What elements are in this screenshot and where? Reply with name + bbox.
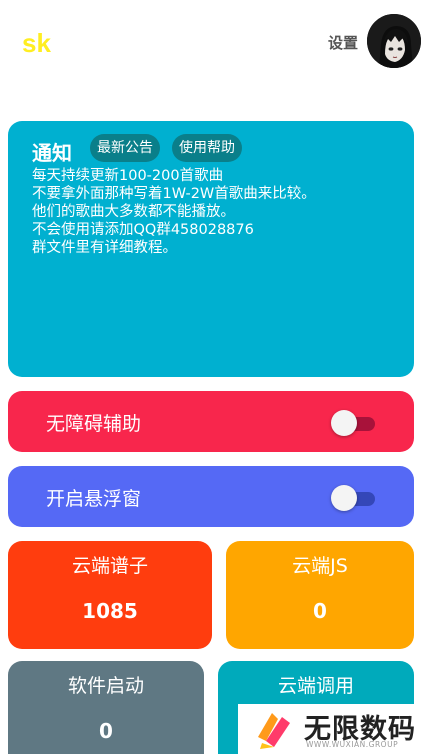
accessibility-switch[interactable] [331, 410, 377, 436]
app-launches-card[interactable]: 软件启动 0 [8, 661, 204, 754]
notice-title: 通知 [32, 141, 72, 165]
cloud-js-card[interactable]: 云端JS 0 [226, 541, 414, 649]
cloud-scores-card[interactable]: 云端谱子 1085 [8, 541, 212, 649]
wuxian-logo-icon [258, 713, 290, 749]
stat-value: 0 [99, 719, 113, 743]
stat-title: 软件启动 [67, 675, 144, 697]
stat-title: 云端谱子 [71, 555, 148, 577]
notice-body: 每天持续更新100-200首歌曲 不要拿外面那种写着1W-2W首歌曲来比较。 他… [32, 167, 316, 257]
app-logo: sk [22, 28, 51, 58]
stat-value: 0 [313, 599, 327, 623]
floating-window-label: 开启悬浮窗 [46, 488, 142, 510]
stat-title: 云端调用 [277, 675, 354, 697]
floating-window-switch[interactable] [331, 485, 377, 511]
latest-announcement-button[interactable]: 最新公告 [90, 134, 160, 162]
floating-window-card: 开启悬浮窗 [8, 466, 414, 527]
notice-line: 每天持续更新100-200首歌曲 [32, 168, 224, 184]
stat-title: 云端JS [292, 555, 348, 577]
notice-line: 不要拿外面那种写着1W-2W首歌曲来比较。 [32, 186, 316, 202]
anime-avatar-icon [367, 14, 421, 68]
switch-thumb [331, 485, 357, 511]
notice-line: 他们的歌曲大多数都不能播放。 [32, 204, 235, 220]
stat-value: 1085 [82, 599, 138, 623]
user-avatar[interactable] [367, 14, 421, 68]
notice-line: 群文件里有详细教程。 [32, 240, 177, 256]
switch-thumb [331, 410, 357, 436]
watermark: 无限数码 WWW.WUXIAN.GROUP [238, 704, 439, 754]
watermark-url: WWW.WUXIAN.GROUP [306, 740, 399, 749]
settings-link[interactable]: 设置 [328, 32, 358, 53]
accessibility-label: 无障碍辅助 [46, 413, 142, 435]
usage-help-button[interactable]: 使用帮助 [172, 134, 242, 162]
notice-card: 通知 最新公告 使用帮助 每天持续更新100-200首歌曲 不要拿外面那种写着1… [8, 121, 414, 377]
notice-line: 不会使用请添加QQ群458028876 [32, 222, 254, 238]
accessibility-card: 无障碍辅助 [8, 391, 414, 452]
